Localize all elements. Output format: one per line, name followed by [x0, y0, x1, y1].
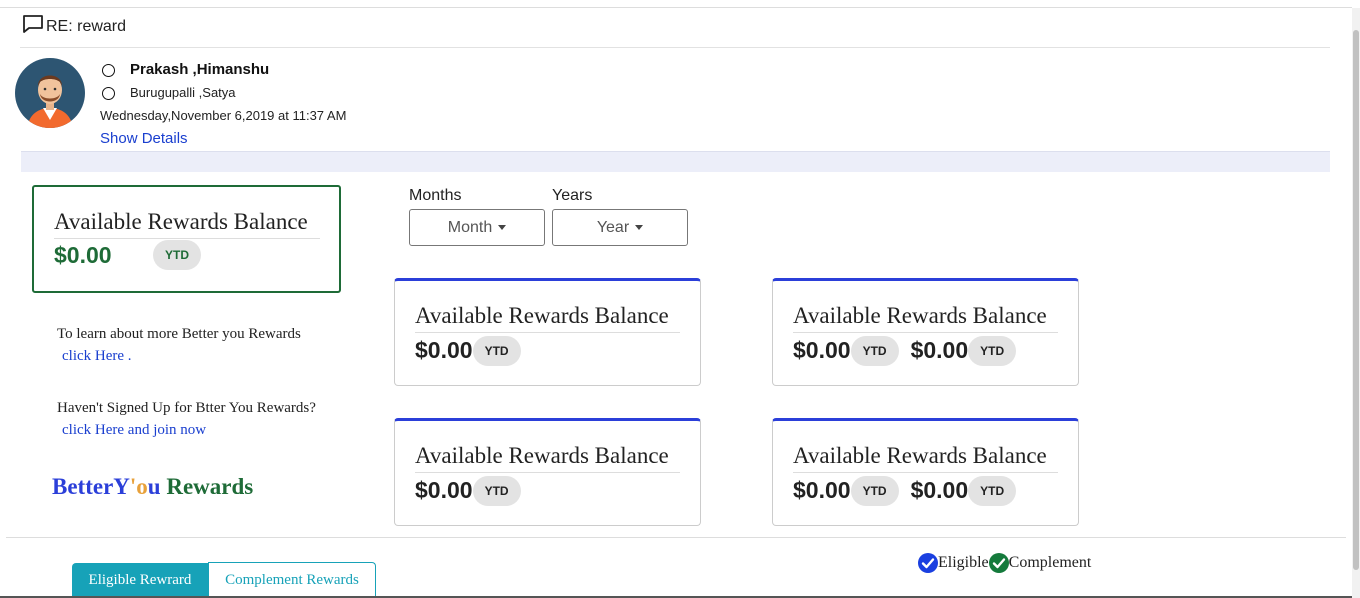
reward-card: Available Rewards Balance $0.00 YTD $0.0…	[772, 418, 1079, 526]
title-underline	[415, 472, 680, 473]
title-underline	[54, 238, 320, 239]
title-underline	[793, 472, 1058, 473]
brand-logo: BetterY'ou Rewards	[52, 474, 254, 499]
sent-date: Wednesday,November 6,2019 at 11:37 AM	[100, 108, 347, 123]
legend: Eligible Complement	[918, 553, 1091, 573]
card-amount: $0.00	[793, 477, 851, 503]
signup-text: Haven't Signed Up for Btter You Rewards?	[57, 400, 316, 416]
card-amount: $0.00	[415, 337, 473, 363]
scrollbar-thumb[interactable]	[1353, 30, 1359, 570]
main-balance-amount: $0.00	[54, 242, 112, 268]
ytd-badge: YTD	[850, 335, 899, 366]
title-underline	[415, 332, 680, 333]
reward-card: Available Rewards Balance $0.00 YTD	[394, 278, 701, 386]
divider	[6, 537, 1346, 538]
month-dropdown-value: Month	[447, 218, 493, 236]
from-radio[interactable]	[102, 64, 115, 77]
to-radio[interactable]	[102, 87, 115, 100]
card-title: Available Rewards Balance	[793, 443, 1047, 468]
check-circle-icon	[988, 553, 1009, 573]
vertical-scrollbar[interactable]	[1352, 8, 1360, 598]
year-dropdown-value: Year	[596, 218, 630, 236]
top-border	[0, 7, 1352, 8]
sender-name: Prakash ,Himanshu	[130, 61, 270, 78]
reward-card: Available Rewards Balance $0.00 YTD $0.0…	[772, 278, 1079, 386]
check-circle-icon	[918, 553, 938, 573]
caret-down-icon	[635, 225, 644, 230]
reward-card: Available Rewards Balance $0.00 YTD	[394, 418, 701, 526]
caret-down-icon	[498, 225, 507, 230]
ytd-badge: YTD	[472, 475, 521, 506]
main-balance-title: Available Rewards Balance	[54, 209, 308, 234]
card-amount: $0.00	[415, 477, 473, 503]
ytd-badge: YTD	[153, 240, 201, 270]
years-label: Years	[552, 187, 593, 204]
ytd-badge: YTD	[968, 335, 1017, 366]
show-details-link[interactable]: Show Details	[100, 130, 188, 147]
year-dropdown[interactable]: Year	[552, 209, 688, 246]
main-balance-card: Available Rewards Balance $0.00 YTD	[32, 185, 341, 293]
divider	[20, 47, 1330, 48]
card-title: Available Rewards Balance	[793, 303, 1047, 328]
month-dropdown[interactable]: Month	[409, 209, 545, 246]
avatar	[15, 58, 85, 128]
tab-eligible-rewards[interactable]: Eligible Rewrard	[72, 563, 208, 597]
legend-complement-label: Complement	[1008, 554, 1092, 571]
learn-more-link[interactable]: click Here .	[62, 348, 132, 365]
card-amount-secondary: $0.00	[910, 477, 969, 503]
months-label: Months	[409, 187, 462, 204]
card-title: Available Rewards Balance	[415, 443, 669, 468]
card-amount-secondary: $0.00	[910, 337, 969, 363]
learn-more-text: To learn about more Better you Rewards	[57, 326, 301, 342]
ytd-badge: YTD	[850, 475, 899, 506]
email-subject: RE: reward	[22, 14, 126, 39]
ytd-badge: YTD	[472, 335, 521, 366]
signup-link[interactable]: click Here and join now	[62, 422, 206, 439]
separator-band	[21, 151, 1330, 172]
card-amount: $0.00	[793, 337, 851, 363]
ytd-badge: YTD	[968, 475, 1017, 506]
legend-eligible-label: Eligible	[938, 554, 989, 571]
card-title: Available Rewards Balance	[415, 303, 669, 328]
recipient-name: Burugupalli ,Satya	[130, 85, 236, 100]
subject-text: RE: reward	[46, 17, 127, 35]
chat-bubble-icon	[22, 14, 44, 39]
tab-complement-rewards[interactable]: Complement Rewards	[208, 562, 376, 597]
title-underline	[793, 332, 1058, 333]
